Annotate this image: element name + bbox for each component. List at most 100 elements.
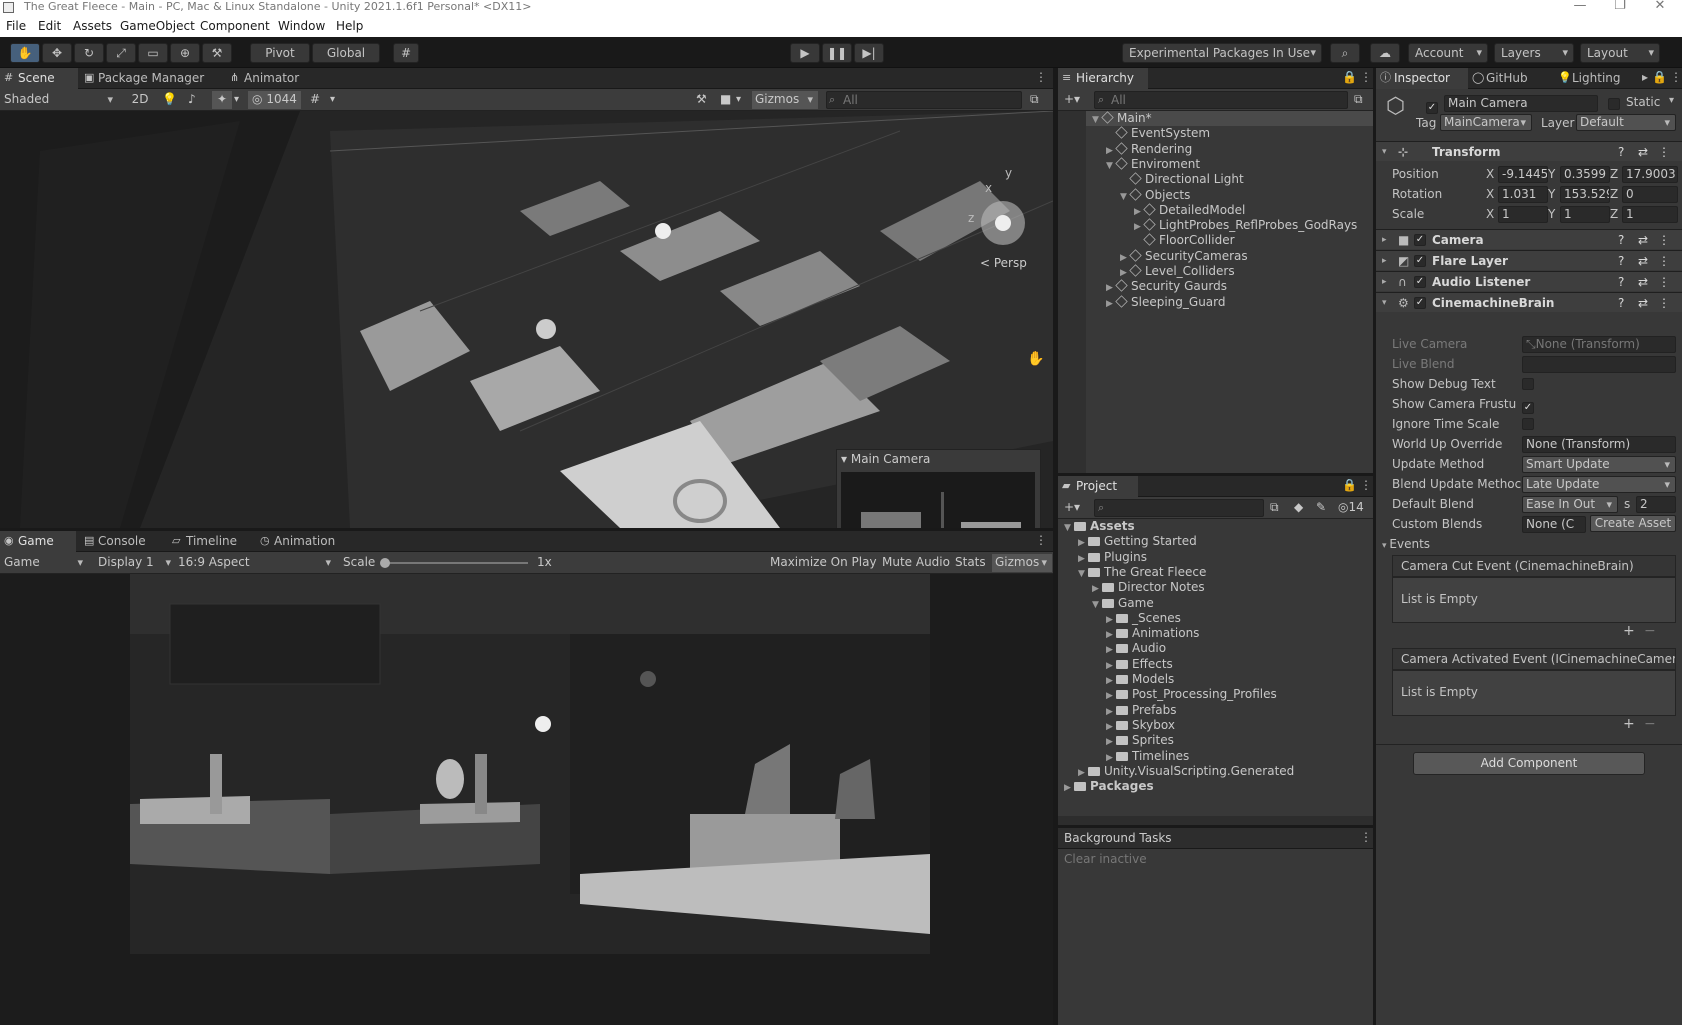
minimize-icon[interactable]: — [1560, 0, 1600, 15]
preset-icon[interactable]: ⇄ [1638, 142, 1648, 162]
persp-label[interactable]: < Persp [980, 256, 1027, 270]
menu-window[interactable]: Window [278, 19, 325, 33]
hierarchy-item[interactable]: ▶ SecurityCameras [1086, 249, 1373, 264]
more-options-icon[interactable]: ⋮ [1035, 533, 1047, 547]
preset-icon[interactable]: ⇄ [1638, 251, 1648, 271]
global-toggle[interactable]: Global [312, 43, 380, 63]
scale-slider-thumb[interactable] [380, 558, 390, 568]
transform-component-header[interactable]: ▾ ⊹ Transform ? ⇄ ⋮ [1376, 141, 1682, 161]
component-header[interactable]: ▾ ⚙ ✓ CinemachineBrain? ⇄ ⋮ [1376, 292, 1682, 312]
search-by-type-icon[interactable]: ⧉ [1270, 499, 1279, 517]
shading-dropdown[interactable]: Shaded [2, 91, 118, 109]
game-viewport[interactable] [0, 574, 1053, 1025]
account-dropdown[interactable]: Account [1408, 43, 1488, 63]
scale-x-input[interactable]: 1 [1498, 206, 1548, 223]
object-name-input[interactable]: Main Camera [1444, 95, 1598, 112]
hierarchy-item[interactable]: ▼ Objects [1086, 188, 1373, 203]
preset-icon[interactable]: ⇄ [1638, 293, 1648, 313]
hidden-objects-toggle[interactable]: ◎ 1044 [248, 91, 301, 109]
pivot-toggle[interactable]: Pivot [250, 43, 310, 63]
stats-toggle[interactable]: Stats [955, 554, 986, 572]
help-icon[interactable]: ? [1618, 142, 1624, 162]
rotation-z-input[interactable]: 0 [1622, 186, 1678, 203]
tab-github[interactable]: ◯ GitHub [1468, 68, 1548, 89]
effects-dropdown-icon[interactable]: ▾ [234, 91, 239, 109]
more-options-icon[interactable]: ⋮ [1360, 70, 1372, 84]
play-button[interactable]: ▶ [790, 43, 820, 63]
hierarchy-item[interactable]: ▶ Level_Colliders [1086, 264, 1373, 279]
lock-icon[interactable]: 🔒 [1342, 70, 1357, 84]
hierarchy-options-icon[interactable]: ⧉ [1354, 91, 1363, 109]
tag-dropdown[interactable]: MainCamera [1440, 114, 1532, 131]
rotate-tool-icon[interactable]: ↻ [74, 43, 104, 63]
component-enabled-checkbox[interactable]: ✓ [1414, 297, 1426, 309]
project-item[interactable]: ▶ Audio [1058, 641, 1373, 656]
hierarchy-item[interactable]: ▶ LightProbes_ReflProbes_GodRays [1086, 218, 1373, 233]
menu-file[interactable]: File [6, 19, 26, 33]
project-search-input[interactable] [1094, 499, 1264, 517]
component-header[interactable]: ▸ ■ ✓ Camera? ⇄ ⋮ [1376, 229, 1682, 249]
mode-2d-toggle[interactable]: 2D [128, 91, 152, 109]
hierarchy-item[interactable]: ▶ Security Gaurds [1086, 279, 1373, 294]
component-enabled-checkbox[interactable]: ✓ [1414, 255, 1426, 267]
position-z-input[interactable]: 17.9003 [1622, 166, 1678, 183]
camera-activated-add-icon[interactable]: + [1623, 716, 1635, 732]
default-blend-time-input[interactable]: 2 [1636, 496, 1676, 513]
more-options-icon[interactable]: ⋮ [1360, 830, 1372, 844]
help-icon[interactable]: ? [1618, 251, 1624, 271]
rotation-x-input[interactable]: 1.031 [1498, 186, 1548, 203]
clear-inactive-button[interactable]: Clear inactive [1064, 852, 1147, 866]
default-blend-dropdown[interactable]: Ease In Out [1522, 496, 1618, 513]
hand-tool-icon[interactable]: ✋ [10, 43, 40, 63]
cloud-icon[interactable]: ☁ [1370, 43, 1400, 63]
lock-icon[interactable]: 🔒 [1652, 70, 1667, 84]
more-options-icon[interactable]: ⋮ [1035, 70, 1047, 84]
project-item[interactable]: ▶ Effects [1058, 657, 1373, 672]
add-component-button[interactable]: Add Component [1413, 752, 1645, 775]
project-item[interactable]: ▶ Unity.VisualScripting.Generated [1058, 764, 1373, 779]
grid-snap-icon[interactable]: # [393, 43, 419, 63]
events-foldout[interactable]: ▾ Events [1382, 535, 1430, 553]
component-menu-icon[interactable]: ⋮ [1658, 272, 1670, 292]
gizmos-dropdown[interactable]: Gizmos [752, 91, 818, 109]
search-by-label-icon[interactable]: ◆ [1294, 499, 1303, 517]
hierarchy-item[interactable]: ▶ DetailedModel [1086, 203, 1373, 218]
tab-animator[interactable]: ⋔ Animator [226, 68, 312, 89]
lighting-toggle-icon[interactable]: 💡 [162, 91, 177, 109]
tab-timeline[interactable]: ⏥ Timeline [168, 531, 254, 552]
camera-icon[interactable]: ■ [720, 91, 731, 109]
collapsed-arrow-icon[interactable]: ▶ [1106, 297, 1116, 312]
static-dropdown-icon[interactable]: ▾ [1669, 95, 1674, 106]
search-icon[interactable]: ⌕ [1330, 43, 1360, 63]
show-debug-text-checkbox[interactable] [1522, 377, 1534, 391]
project-item[interactable]: ▶ Plugins [1058, 550, 1373, 565]
tools-icon[interactable]: ⚒ [696, 91, 707, 109]
game-gizmos-dropdown[interactable]: Gizmos [992, 554, 1052, 572]
world-up-override-field[interactable]: None (Transform) [1522, 436, 1676, 453]
component-header[interactable]: ▸ ◩ ✓ Flare Layer? ⇄ ⋮ [1376, 250, 1682, 270]
audio-toggle-icon[interactable]: ♪ [188, 91, 196, 109]
hierarchy-item[interactable]: ▶ Sleeping_Guard [1086, 295, 1373, 310]
rect-tool-icon[interactable]: ▭ [138, 43, 168, 63]
game-mode-dropdown[interactable]: Game [2, 554, 88, 572]
hierarchy-item[interactable]: FloorCollider [1086, 233, 1373, 248]
component-menu-icon[interactable]: ⋮ [1658, 230, 1670, 250]
menu-help[interactable]: Help [336, 19, 363, 33]
tab-project[interactable]: ▰ Project [1058, 476, 1138, 497]
project-item[interactable]: ▼ Game [1058, 596, 1373, 611]
tab-package-manager[interactable]: ▣ Package Manager [80, 68, 220, 89]
tab-lighting[interactable]: 💡 Lighting [1554, 68, 1644, 89]
grid-icon[interactable]: # [310, 91, 320, 109]
display-dropdown[interactable]: Display 1 [96, 554, 176, 572]
effects-toggle-icon[interactable]: ✦ [212, 91, 232, 109]
close-icon[interactable]: ✕ [1640, 0, 1680, 15]
project-item[interactable]: ▶ Sprites [1058, 733, 1373, 748]
tab-scene[interactable]: # Scene [0, 68, 78, 89]
tab-scroll-right-icon[interactable]: ▸ [1642, 70, 1648, 84]
maximize-on-play-toggle[interactable]: Maximize On Play [770, 554, 877, 572]
project-item[interactable]: ▶ Timelines [1058, 749, 1373, 764]
project-item[interactable]: ▶ Skybox [1058, 718, 1373, 733]
blend-update-method-dropdown[interactable]: Late Update [1522, 476, 1676, 493]
collapsed-arrow-icon[interactable]: ▶ [1064, 781, 1074, 796]
position-y-input[interactable]: 0.3599 [1560, 166, 1610, 183]
